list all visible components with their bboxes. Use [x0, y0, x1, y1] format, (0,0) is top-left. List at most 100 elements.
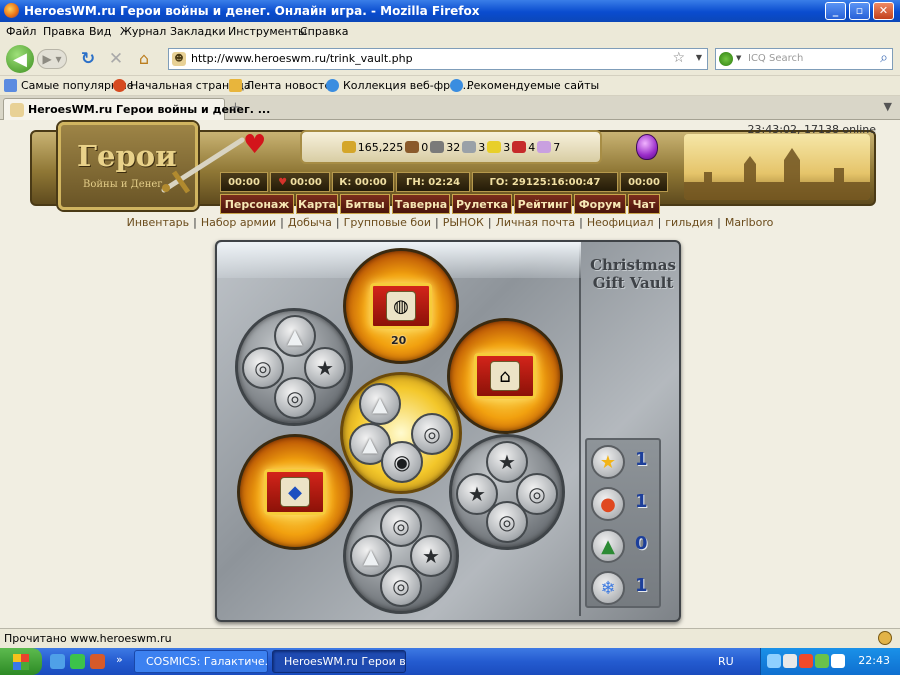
menu-file[interactable]: Файл: [6, 25, 36, 38]
language-indicator[interactable]: RU: [718, 655, 734, 668]
link-marlboro[interactable]: Marlboro: [725, 216, 774, 229]
nav-rating[interactable]: Рейтинг: [514, 194, 572, 214]
lantern-icon: ●: [591, 487, 625, 521]
link-group-battles[interactable]: Групповые бои: [344, 216, 431, 229]
resource-gems: 7: [537, 140, 560, 154]
minimize-button[interactable]: _: [825, 2, 846, 20]
back-button[interactable]: ◀: [6, 45, 34, 73]
tab-bar: HeroesWM.ru Герои войны и денег. ... + ▼: [0, 96, 900, 120]
maximize-button[interactable]: ▫: [849, 2, 870, 20]
menu-history[interactable]: Журнал: [120, 25, 166, 38]
quicklaunch-icon[interactable]: [50, 654, 65, 669]
search-icon[interactable]: ⌕: [880, 50, 888, 66]
resource-ore: 32: [430, 140, 460, 154]
tray-app-icon[interactable]: [815, 654, 829, 668]
taskbar-task-cosmics[interactable]: COSMICS: Галактиче...: [134, 650, 268, 673]
link-inventory[interactable]: Инвентарь: [127, 216, 189, 229]
chest-icon: ◆: [264, 469, 326, 515]
antivirus-icon[interactable]: [799, 654, 813, 668]
chest-slot-helmet[interactable]: ⌂: [447, 318, 563, 434]
status-text: Прочитано www.heroeswm.ru: [4, 632, 172, 645]
gift-vault-panel: ◍ 20 ▲ ◎ ★ ◎ ⌂ ▲ ▲ ◎ ◉ ◆ ★ ★ ◎ ◎ ◎ ▲ ★ ◎…: [215, 240, 681, 622]
tab-heroeswm[interactable]: HeroesWM.ru Герои войны и денег. ...: [3, 98, 270, 120]
windows-logo-icon: [13, 653, 29, 670]
resource-mercury: 3: [462, 140, 485, 154]
link-army[interactable]: Набор армии: [201, 216, 276, 229]
lantern-icon: ◎: [274, 377, 316, 419]
url-bar[interactable]: ☻ http://www.heroeswm.ru/trink_vault.php…: [168, 48, 708, 70]
addon-status-icon[interactable]: [878, 631, 892, 645]
recipe-slot-right[interactable]: ★ ★ ◎ ◎: [449, 434, 565, 550]
counter-star: ★ 1: [591, 444, 659, 480]
nav-map[interactable]: Карта: [296, 194, 338, 214]
nav-roulette[interactable]: Рулетка: [452, 194, 512, 214]
link-unofficial[interactable]: Неофициал: [587, 216, 654, 229]
link-loot[interactable]: Добыча: [288, 216, 332, 229]
ore-icon: [430, 140, 445, 153]
sub-navigation: Инвентарь | Набор армии | Добыча | Групповые б…: [126, 216, 774, 229]
home-button[interactable]: ⌂: [133, 48, 155, 68]
link-guild[interactable]: гильдия: [665, 216, 713, 229]
recipe-slot-bottom[interactable]: ◎ ▲ ★ ◎: [343, 498, 459, 614]
bookmark-page-icon: [4, 79, 17, 92]
wood-icon: [405, 140, 420, 153]
helmet-icon: ⌂: [490, 361, 520, 391]
menu-view[interactable]: Вид: [89, 25, 111, 38]
taskbar-task-firefox[interactable]: HeroesWM.ru Герои в...: [272, 650, 406, 673]
bookmark-item[interactable]: Рекомендуемые сайты: [450, 79, 599, 92]
bookmark-star-icon[interactable]: ☆: [672, 50, 685, 66]
snowflake-icon: ❄: [591, 571, 625, 605]
chest-slot-ore[interactable]: ◍ 20: [343, 248, 459, 364]
star-icon: ★: [486, 441, 528, 483]
chest-icon: ◍: [370, 283, 432, 329]
url-text[interactable]: http://www.heroeswm.ru/trink_vault.php: [191, 52, 413, 65]
search-engine-dropdown-icon[interactable]: ▼: [736, 54, 741, 62]
counter-tree: ▲ 0: [591, 528, 659, 564]
site-favicon-icon: ☻: [172, 52, 186, 66]
vault-slots-area: ◍ 20 ▲ ◎ ★ ◎ ⌂ ▲ ▲ ◎ ◉ ◆ ★ ★ ◎ ◎ ◎ ▲ ★ ◎: [217, 242, 581, 616]
volume-icon[interactable]: [783, 654, 797, 668]
search-engine-icon[interactable]: [719, 52, 733, 66]
url-dropdown-icon[interactable]: ▼: [696, 53, 702, 62]
castle-icon: [684, 148, 870, 200]
recipe-slot-center[interactable]: ▲ ▲ ◎ ◉: [340, 372, 462, 494]
resource-sulfur: 3: [487, 140, 510, 154]
menu-edit[interactable]: Правка: [43, 25, 85, 38]
menu-tools[interactable]: Инструменты: [228, 25, 307, 38]
menu-bookmarks[interactable]: Закладки: [170, 25, 226, 38]
recipe-slot-top-left[interactable]: ▲ ◎ ★ ◎: [235, 308, 353, 426]
network-icon[interactable]: [767, 654, 781, 668]
list-all-tabs-icon[interactable]: ▼: [884, 100, 892, 113]
castle-banner-image: [684, 134, 870, 200]
reload-button[interactable]: ↻: [78, 49, 98, 69]
timers-bar: 00:00 ♥ 00:00 К: 00:00 ГН: 02:24 ГО: 2912…: [220, 172, 678, 192]
close-button[interactable]: ✕: [873, 2, 894, 20]
chest-slot-shield[interactable]: ◆: [237, 434, 353, 550]
icq-icon[interactable]: [70, 654, 85, 669]
lantern-icon: ◎: [486, 501, 528, 543]
link-mail[interactable]: Личная почта: [496, 216, 576, 229]
new-tab-button[interactable]: +: [230, 100, 241, 115]
start-button[interactable]: [0, 648, 42, 675]
quicklaunch-icon[interactable]: [90, 654, 105, 669]
nav-forum[interactable]: Форум: [574, 194, 626, 214]
nav-tavern[interactable]: Таверна: [392, 194, 450, 214]
power-icon[interactable]: [831, 654, 845, 668]
menu-help[interactable]: Справка: [300, 25, 348, 38]
forward-button[interactable]: ▶ ▾: [37, 49, 67, 69]
nav-chat[interactable]: Чат: [628, 194, 660, 214]
ie-icon: [450, 79, 463, 92]
nav-battles[interactable]: Битвы: [340, 194, 390, 214]
bookmark-item[interactable]: Лента новостей: [229, 79, 338, 92]
nav-character[interactable]: Персонаж: [220, 194, 294, 214]
windows-taskbar: » COSMICS: Галактиче... HeroesWM.ru Геро…: [0, 648, 900, 675]
timer-work: К: 00:00: [332, 172, 394, 192]
heart-icon: ♥: [278, 176, 288, 188]
timer: 00:00: [220, 172, 268, 192]
quicklaunch-more-icon[interactable]: »: [116, 653, 123, 666]
search-box[interactable]: ▼ ICQ Search ⌕: [715, 48, 893, 70]
stop-button[interactable]: ✕: [106, 49, 126, 69]
server-time-online: 23:43:02, 17138 online: [747, 123, 876, 136]
search-placeholder[interactable]: ICQ Search: [748, 53, 803, 64]
link-market[interactable]: РЫНОК: [443, 216, 484, 229]
